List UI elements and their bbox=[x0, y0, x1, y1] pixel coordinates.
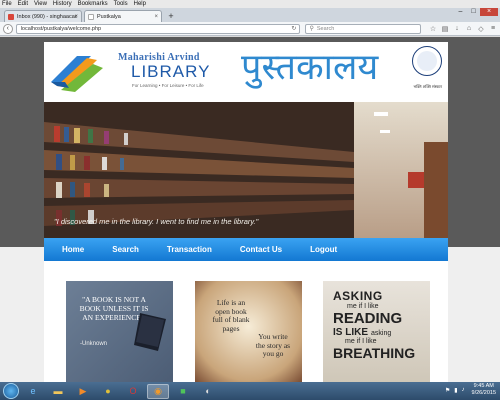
menu-help[interactable]: Help bbox=[134, 1, 146, 7]
school-emblem-icon bbox=[412, 46, 442, 76]
chrome-taskbar-icon[interactable]: ● bbox=[97, 384, 119, 399]
card3-text: ASKING me if I like READING IS LIKE aski… bbox=[333, 289, 415, 361]
books-logo-icon bbox=[51, 56, 103, 92]
clock[interactable]: 9:45 AM 9/26/2015 bbox=[472, 383, 496, 397]
menu-view[interactable]: View bbox=[34, 1, 47, 7]
nav-contact-us[interactable]: Contact Us bbox=[240, 245, 282, 254]
page-viewport: Maharishi Arvind LIBRARY For Learning • … bbox=[0, 37, 500, 382]
explorer-taskbar-icon[interactable]: ▬ bbox=[47, 384, 69, 399]
clock-date: 9/26/2015 bbox=[471, 390, 496, 396]
toolbar-icons: ☆ ▤ ↓ ⌂ ◇ ≡ bbox=[425, 25, 497, 33]
main-navigation: Home Search Transaction Contact Us Logou… bbox=[44, 238, 448, 261]
download-icon[interactable]: ↓ bbox=[453, 25, 461, 33]
site-header: Maharishi Arvind LIBRARY For Learning • … bbox=[44, 42, 448, 102]
menu-history[interactable]: History bbox=[53, 1, 72, 7]
menu-bar: File Edit View History Bookmarks Tools H… bbox=[0, 0, 500, 8]
windows-taskbar: e ▬ ▶ ● O ◉ ■ ◐ ⚑ ▮ ♪ 9:45 AM 9/26/2015 bbox=[0, 382, 500, 400]
nav-home[interactable]: Home bbox=[62, 245, 84, 254]
pocket-icon[interactable]: ◇ bbox=[477, 25, 485, 33]
hamburger-menu-icon[interactable]: ≡ bbox=[489, 25, 497, 33]
back-icon[interactable]: ‹ bbox=[3, 23, 13, 34]
url-text: localhost/pustkalya/welcome.php bbox=[20, 25, 102, 32]
menu-edit[interactable]: Edit bbox=[18, 1, 28, 7]
reload-icon[interactable]: ↻ bbox=[291, 25, 296, 32]
card3-line45: IS LIKE asking bbox=[333, 327, 415, 338]
banner-quote: "I discovered me in the library. I went … bbox=[54, 217, 259, 226]
nav-transaction[interactable]: Transaction bbox=[167, 245, 212, 254]
start-button[interactable] bbox=[3, 383, 19, 399]
hindi-title: पुस्तकालय bbox=[241, 47, 379, 88]
emblem-inner bbox=[417, 51, 437, 71]
menu-tools[interactable]: Tools bbox=[114, 1, 128, 7]
nav-logout[interactable]: Logout bbox=[310, 245, 337, 254]
tab-inbox[interactable]: Inbox (990) - singhaacadi@... × bbox=[4, 10, 82, 22]
tab-strip: Inbox (990) - singhaacadi@... × Pustkaly… bbox=[0, 8, 500, 22]
card3-line3: READING bbox=[333, 310, 403, 327]
volume-icon[interactable]: ♪ bbox=[462, 387, 465, 393]
flag-icon[interactable]: ⚑ bbox=[445, 387, 450, 394]
tab-pustkalya[interactable]: Pustkalya × bbox=[84, 10, 162, 22]
quote-card-life-book: Life is an open book full of blank pages… bbox=[195, 281, 302, 382]
card2-right-text: You write the story as you go bbox=[255, 332, 291, 358]
card3-line1: ASKING bbox=[333, 289, 383, 303]
book-icon bbox=[134, 313, 166, 351]
page-icon bbox=[88, 13, 94, 20]
home-icon[interactable]: ⌂ bbox=[465, 25, 473, 33]
tab-label: Pustkalya bbox=[97, 13, 121, 20]
library-title: LIBRARY bbox=[131, 62, 211, 81]
card2-left-text: Life is an open book full of blank pages bbox=[212, 298, 250, 333]
library-tagline: For Learning • For Leisure • For Life bbox=[132, 83, 204, 88]
card3-line4: IS LIKE bbox=[333, 327, 369, 338]
search-icon: ⚲ bbox=[309, 26, 314, 32]
url-field[interactable]: localhost/pustkalya/welcome.php ↻ bbox=[15, 23, 301, 34]
clock-time: 9:45 AM bbox=[473, 383, 494, 389]
close-tab-icon[interactable]: × bbox=[74, 14, 78, 20]
minimize-icon[interactable]: – bbox=[454, 8, 467, 16]
tab-label: Inbox (990) - singhaacadi@... bbox=[17, 13, 77, 20]
search-input[interactable]: ⚲ Search bbox=[305, 23, 421, 34]
app-taskbar-icon[interactable]: ■ bbox=[172, 384, 194, 399]
gmail-icon bbox=[8, 13, 14, 20]
new-tab-button[interactable]: + bbox=[166, 11, 176, 21]
opera-taskbar-icon[interactable]: O bbox=[122, 384, 144, 399]
card3-line6: me if I like bbox=[345, 338, 377, 345]
reader-icon[interactable]: ▤ bbox=[441, 25, 449, 33]
close-window-icon[interactable]: × bbox=[480, 8, 498, 16]
card3-line7: BREATHING bbox=[333, 345, 416, 361]
ie-taskbar-icon[interactable]: e bbox=[22, 384, 44, 399]
network-icon[interactable]: ▮ bbox=[454, 387, 457, 394]
star-icon[interactable]: ☆ bbox=[429, 25, 437, 33]
navigation-bar: ‹ localhost/pustkalya/welcome.php ↻ ⚲ Se… bbox=[0, 22, 500, 36]
maximize-icon[interactable]: □ bbox=[467, 8, 480, 16]
firefox-taskbar-icon[interactable]: ◉ bbox=[147, 383, 169, 399]
paint-taskbar-icon[interactable]: ◐ bbox=[197, 384, 219, 399]
content-area: "A BOOK IS NOT A BOOK UNLESS IT IS AN EX… bbox=[44, 261, 448, 382]
nav-search[interactable]: Search bbox=[112, 245, 139, 254]
card3-line2: me if I like bbox=[347, 303, 379, 310]
card3-line5: asking bbox=[371, 330, 392, 337]
menu-file[interactable]: File bbox=[2, 1, 12, 7]
search-placeholder: Search bbox=[316, 25, 335, 32]
system-tray: ⚑ ▮ ♪ 9:45 AM 9/26/2015 bbox=[445, 383, 496, 397]
window-controls: – □ × bbox=[454, 8, 498, 16]
media-player-taskbar-icon[interactable]: ▶ bbox=[72, 384, 94, 399]
menu-bookmarks[interactable]: Bookmarks bbox=[78, 1, 108, 7]
close-tab-icon[interactable]: × bbox=[154, 14, 158, 20]
card1-author: -Unknown bbox=[80, 341, 108, 347]
quote-card-experience: "A BOOK IS NOT A BOOK UNLESS IT IS AN EX… bbox=[66, 281, 173, 382]
quote-card-reading-breathing: ASKING me if I like READING IS LIKE aski… bbox=[323, 281, 430, 382]
library-banner-image: "I discovered me in the library. I went … bbox=[44, 102, 448, 240]
emblem-tagline: भक्ति शक्ति संस्कार bbox=[413, 84, 442, 89]
